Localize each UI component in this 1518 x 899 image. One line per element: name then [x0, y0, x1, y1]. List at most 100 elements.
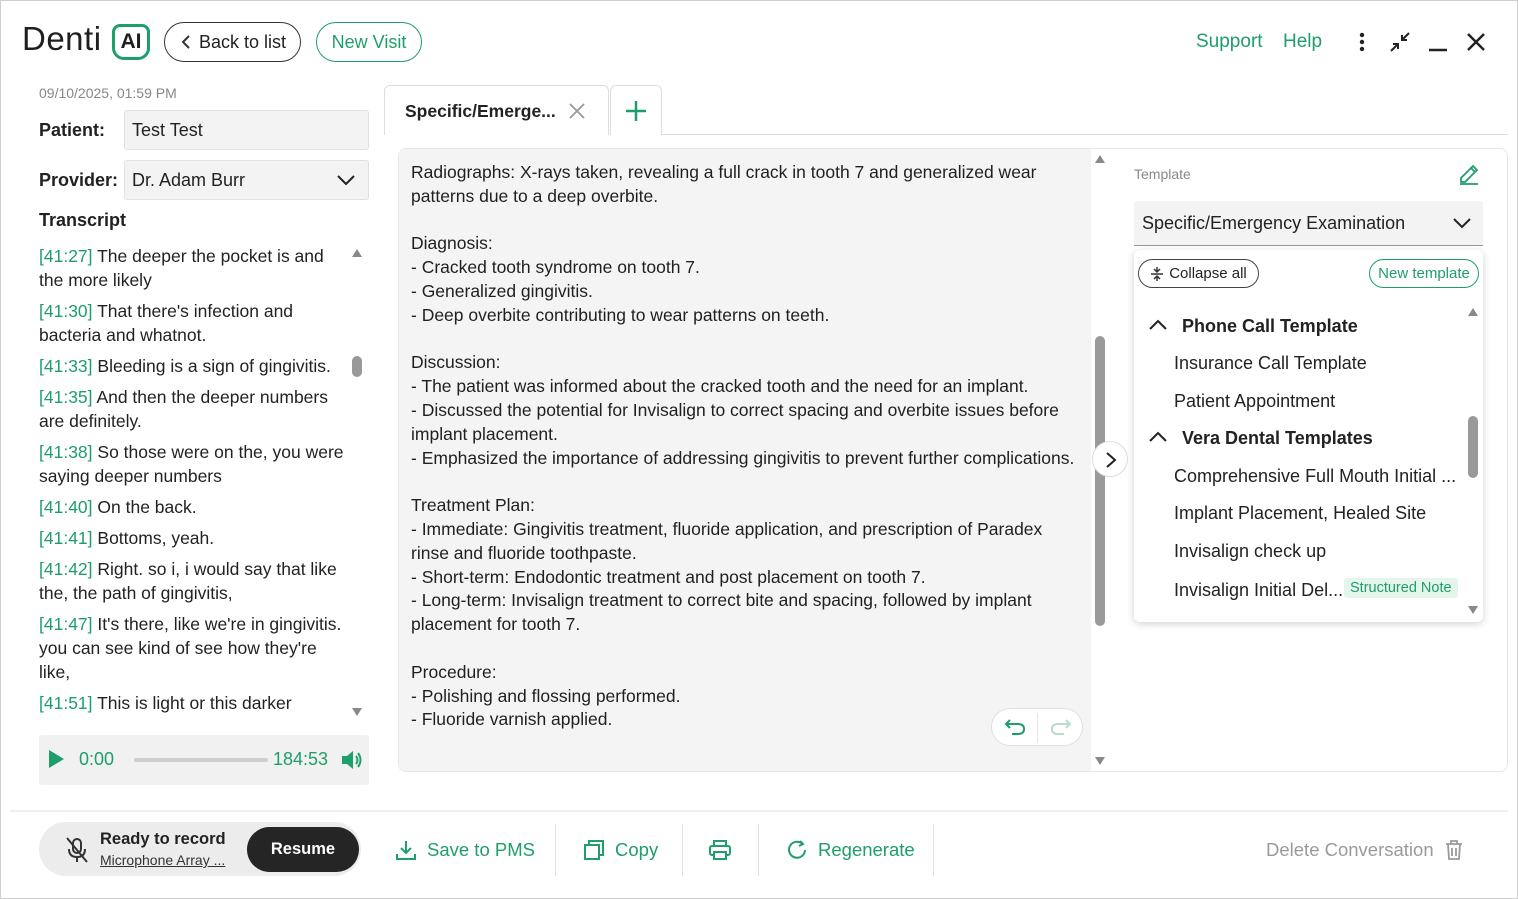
delete-conversation-button[interactable]: Delete Conversation [1266, 826, 1464, 874]
collapse-all-button[interactable]: Collapse all [1138, 259, 1259, 288]
edit-pencil-icon[interactable] [1458, 163, 1480, 185]
play-icon[interactable] [47, 749, 65, 769]
save-to-pms-button[interactable]: Save to PMS [395, 826, 535, 874]
template-item[interactable]: Comprehensive Full Mouth Initial ... [1174, 466, 1456, 487]
transcript-line: [41:33] Bleeding is a sign of gingivitis… [39, 354, 347, 378]
template-group-phone-call[interactable]: Phone Call Template [1182, 316, 1358, 337]
transcript-scrollbar-thumb[interactable] [352, 356, 362, 377]
timestamp: [41:51] [39, 693, 93, 713]
timestamp: [41:40] [39, 497, 93, 517]
action-divider [933, 824, 934, 876]
transcript-text: This is light or this darker [97, 693, 292, 713]
undo-icon[interactable] [1004, 717, 1026, 737]
template-label: Template [1134, 166, 1191, 182]
note-text[interactable]: Radiographs: X-rays taken, revealing a f… [411, 161, 1076, 732]
logo-badge: AI [112, 24, 150, 60]
collapse-all-label: Collapse all [1169, 265, 1247, 282]
action-divider [555, 824, 556, 876]
action-divider [758, 824, 759, 876]
transcript-line: [41:47] It's there, like we're in gingiv… [39, 612, 347, 684]
chevron-right-icon [1105, 451, 1117, 469]
patient-label: Patient: [39, 120, 106, 140]
template-select[interactable]: Specific/Emergency Examination [1134, 201, 1483, 246]
transcript-heading: Transcript [39, 210, 127, 230]
close-icon[interactable] [1465, 31, 1487, 53]
template-item[interactable]: Implant Placement, Healed Site [1174, 503, 1426, 524]
tab-specific-emergency[interactable]: Specific/Emerge... [384, 85, 609, 135]
transcript-line: [41:27] The deeper the pocket is and the… [39, 244, 347, 292]
regenerate-label: Regenerate [818, 839, 915, 860]
template-scrollbar-thumb[interactable] [1468, 416, 1478, 478]
support-link[interactable]: Support [1196, 31, 1263, 53]
add-tab-button[interactable] [610, 85, 662, 135]
plus-icon [625, 100, 647, 122]
toggle-template-panel-button[interactable] [1092, 441, 1128, 477]
action-divider [682, 824, 683, 876]
transcript-line: [41:40] On the back. [39, 495, 347, 519]
timestamp: [41:42] [39, 559, 93, 579]
chevron-down-icon [1453, 218, 1471, 229]
template-item[interactable]: Insurance Call Template [1174, 353, 1367, 374]
trash-icon [1444, 839, 1464, 861]
redo-icon[interactable] [1050, 717, 1072, 737]
refresh-icon [786, 839, 808, 861]
transcript-list[interactable]: [41:27] The deeper the pocket is and the… [39, 244, 347, 720]
help-link[interactable]: Help [1283, 31, 1322, 53]
template-item[interactable]: Invisalign check up [1174, 541, 1326, 562]
timestamp: [41:33] [39, 356, 93, 376]
scroll-down-arrow-icon[interactable] [1094, 756, 1106, 766]
recorder-status: Ready to record [100, 830, 226, 848]
chevron-left-icon [179, 34, 193, 50]
provider-label: Provider: [39, 170, 119, 190]
timestamp: [41:38] [39, 442, 93, 462]
close-tab-icon[interactable] [568, 102, 586, 120]
scroll-down-arrow-icon[interactable] [351, 707, 363, 717]
patient-field[interactable]: Test Test [124, 110, 369, 150]
tab-bar-divider [662, 134, 1508, 135]
transcript-text: Bleeding is a sign of gingivitis. [97, 356, 331, 376]
volume-icon[interactable] [340, 749, 364, 771]
template-selected-value: Specific/Emergency Examination [1142, 212, 1406, 233]
transcript-text: On the back. [97, 497, 197, 517]
scroll-up-arrow-icon[interactable] [1094, 154, 1106, 164]
back-to-list-button[interactable]: Back to list [164, 22, 301, 62]
new-visit-button[interactable]: New Visit [316, 22, 422, 62]
scroll-up-arrow-icon[interactable] [1467, 307, 1479, 317]
scroll-down-arrow-icon[interactable] [1467, 605, 1479, 615]
template-dropdown: Collapse all New template Phone Call Tem… [1134, 250, 1483, 622]
collapse-icon[interactable] [1427, 31, 1449, 53]
template-item[interactable]: Invisalign Initial Del... [1174, 580, 1343, 601]
visit-datetime: 09/10/2025, 01:59 PM [39, 85, 177, 101]
template-item[interactable]: Patient Appointment [1174, 391, 1335, 412]
scroll-up-arrow-icon[interactable] [351, 248, 363, 258]
printer-icon [708, 839, 732, 861]
provider-value: Dr. Adam Burr [132, 169, 246, 190]
save-to-pms-label: Save to PMS [427, 839, 535, 860]
microphone-device-select[interactable]: Microphone Array ... [100, 852, 225, 868]
provider-select[interactable]: Dr. Adam Burr [124, 160, 369, 200]
more-options-icon[interactable] [1352, 31, 1372, 53]
chevron-up-icon[interactable] [1148, 319, 1168, 331]
player-total-time: 184:53 [273, 749, 329, 769]
copy-button[interactable]: Copy [583, 826, 658, 874]
print-button[interactable] [708, 826, 732, 874]
transcript-line: [41:35] And then the deeper numbers are … [39, 385, 347, 433]
transcript-line: [41:38] So those were on the, you were s… [39, 440, 347, 488]
copy-icon [583, 839, 605, 861]
microphone-off-icon [64, 836, 90, 864]
minimize-window-icon[interactable] [1389, 31, 1411, 53]
structured-note-badge: Structured Note [1344, 578, 1458, 598]
logo-text: Denti [22, 20, 102, 57]
tab-label: Specific/Emerge... [405, 101, 556, 121]
template-group-vera-dental[interactable]: Vera Dental Templates [1182, 428, 1373, 449]
resume-button[interactable]: Resume [247, 827, 359, 872]
regenerate-button[interactable]: Regenerate [786, 826, 915, 874]
back-to-list-label: Back to list [198, 31, 287, 52]
transcript-line: [41:51] This is light or this darker [39, 691, 347, 715]
new-template-button[interactable]: New template [1369, 259, 1479, 288]
player-progress-track[interactable] [134, 758, 268, 762]
player-current-time: 0:00 [79, 749, 115, 769]
chevron-up-icon[interactable] [1148, 431, 1168, 443]
undo-redo-group [991, 708, 1083, 746]
note-scrollbar-thumb[interactable] [1095, 336, 1105, 626]
